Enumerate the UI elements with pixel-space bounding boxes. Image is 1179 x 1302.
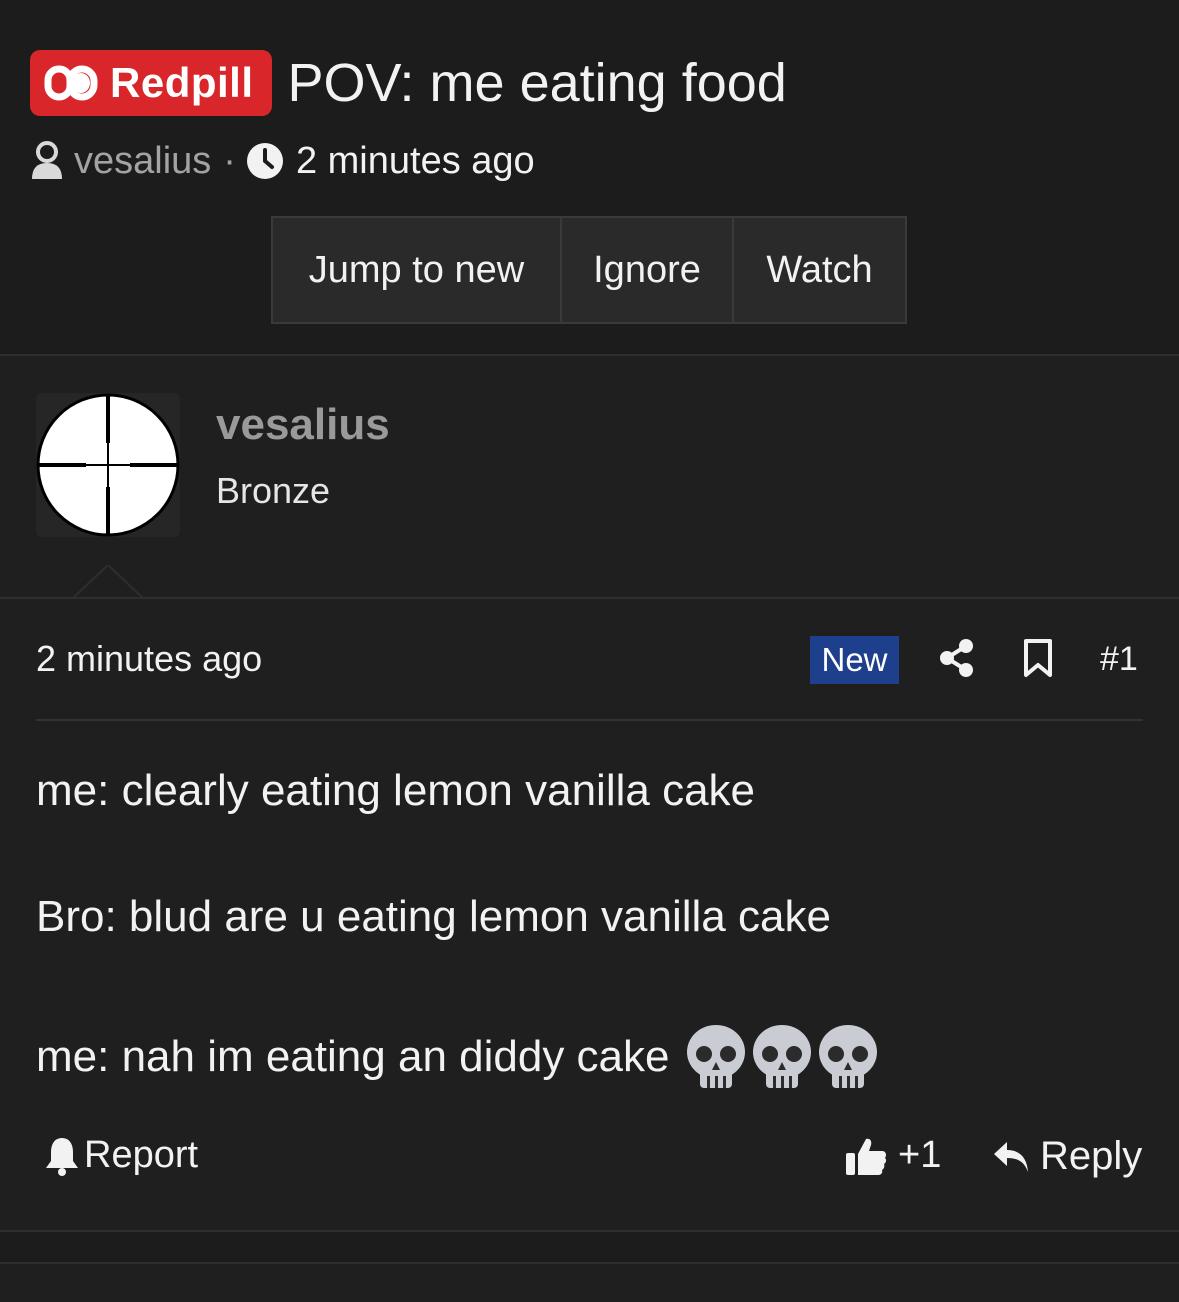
like-button[interactable]: +1 [844,1134,941,1177]
prefix-badge[interactable]: Redpill [30,50,272,116]
reply-label: Reply [1040,1134,1143,1178]
jump-to-new-button[interactable]: Jump to new [273,218,562,322]
watch-button[interactable]: Watch [734,218,905,322]
bookmark-icon[interactable] [1022,638,1054,678]
user-title: Bronze [216,470,331,511]
report-link[interactable]: Report [44,1134,198,1177]
post-text: me: nah im eating an diddy cake [36,1032,670,1081]
report-label: Report [84,1134,199,1176]
thread-meta: vesalius · 2 minutes ago [30,138,535,184]
thread-time[interactable]: 2 minutes ago [296,140,535,183]
post-text-line: me: clearly eating lemon vanilla cake [36,766,756,815]
divider [36,719,1143,721]
new-badge: New [810,636,899,684]
skull-emojis [684,1024,882,1090]
pill-icon [44,65,98,101]
post-time[interactable]: 2 minutes ago [36,638,262,680]
divider [0,1230,1179,1232]
prefix-label: Redpill [110,59,254,106]
ignore-button[interactable]: Ignore [562,218,734,322]
skull-icon [686,1025,745,1088]
skull-icon [752,1025,811,1088]
thread-author-link[interactable]: vesalius [74,140,211,183]
reply-icon [994,1141,1028,1172]
post-text-line-with-emoji: me: nah im eating an diddy cake [36,1024,882,1090]
crosshair-avatar [36,393,180,537]
skull-icon [818,1025,877,1088]
avatar[interactable] [36,393,180,537]
post-number-link[interactable]: #1 [1100,640,1138,679]
post-text-line: Bro: blud are u eating lemon vanilla cak… [36,892,831,941]
like-label: +1 [898,1134,942,1176]
thread-action-bar: Jump to new Ignore Watch [271,216,907,324]
message-arrow [72,565,144,599]
clock-icon [246,143,283,179]
thread-title-row: Redpill POV: me eating food [30,50,787,116]
post-username[interactable]: vesalius [216,400,390,450]
share-icon[interactable] [938,638,976,678]
meta-separator: · [223,139,236,182]
thread-title: POV: me eating food [287,53,787,113]
thumbs-up-icon [846,1138,887,1175]
bell-icon [46,1137,78,1176]
next-post-edge [0,1262,1179,1302]
user-icon [32,141,62,179]
reply-button[interactable]: Reply [992,1134,1142,1179]
